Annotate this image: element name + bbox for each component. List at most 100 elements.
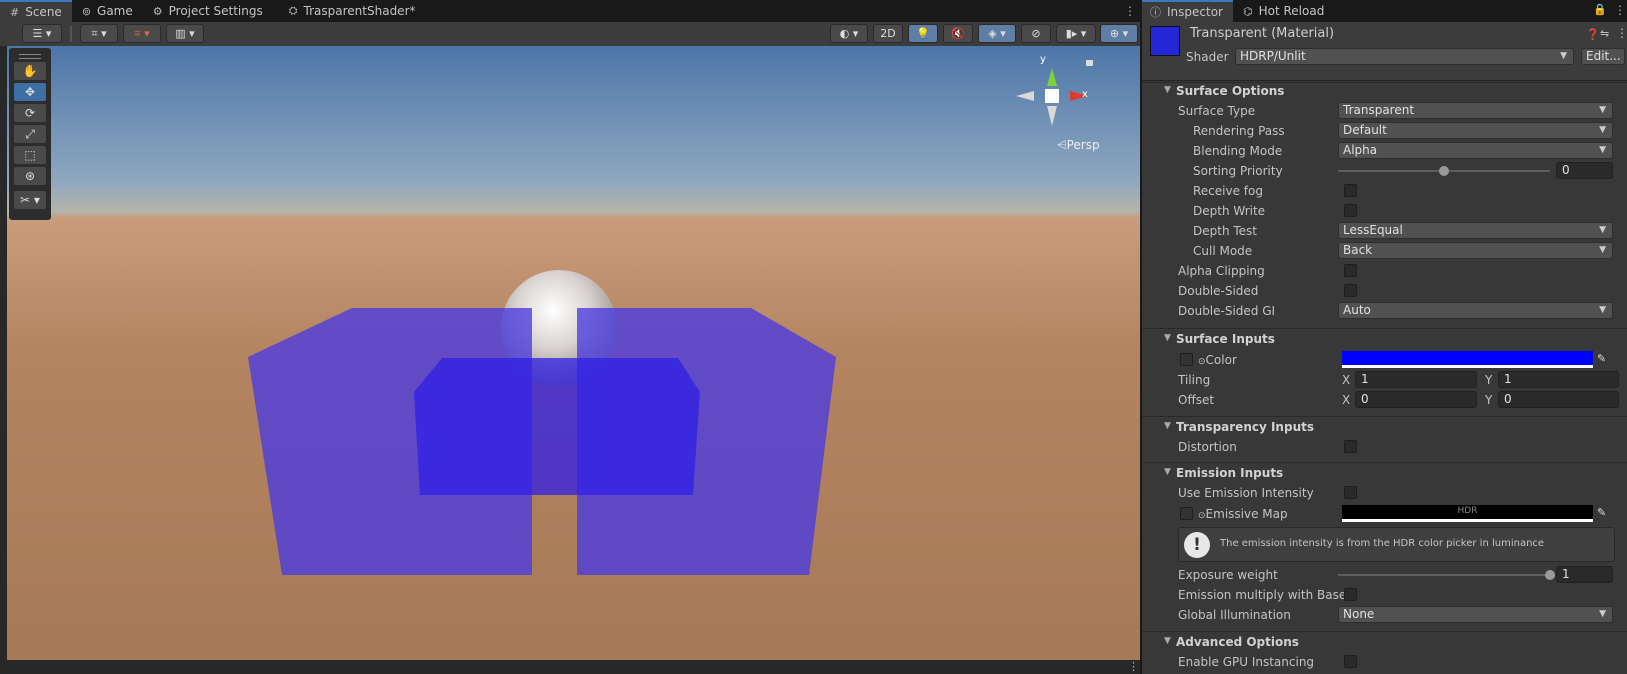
texture-picker-icon[interactable]: ⊙ xyxy=(1198,357,1206,367)
distortion-label: Distortion xyxy=(1178,440,1237,454)
sorting-priority-slider-knob[interactable] xyxy=(1439,166,1449,176)
emission-info-box: ! The emission intensity is from the HDR… xyxy=(1178,527,1615,562)
gizmo-lock-icon[interactable] xyxy=(1086,60,1093,66)
depth-write-checkbox[interactable] xyxy=(1344,204,1357,217)
tab-project-settings[interactable]: ⚙ Project Settings xyxy=(143,0,273,22)
tab-hot-reload[interactable]: ⌬ Hot Reload xyxy=(1233,0,1334,22)
chevron-down-icon: ▼ xyxy=(1599,105,1606,115)
move-tool-icon[interactable]: ✥ xyxy=(14,83,46,101)
rulers-dropdown[interactable]: ▥ ▾ xyxy=(166,24,204,43)
sorting-priority-label: Sorting Priority xyxy=(1193,164,1283,178)
rendering-pass-label: Rendering Pass xyxy=(1193,124,1285,138)
draw-mode-dropdown[interactable]: ☰ ▾ xyxy=(22,24,62,43)
transparency-inputs-foldout[interactable]: ▼ Transparency Inputs xyxy=(1142,417,1627,437)
advanced-options-foldout[interactable]: ▼ Advanced Options xyxy=(1142,632,1627,652)
scene-panel-menu-icon[interactable]: ⋮ xyxy=(1124,4,1136,18)
surface-type-dropdown[interactable]: Transparent ▼ xyxy=(1338,102,1613,119)
shading-mode-dropdown[interactable]: ◐ ▾ xyxy=(830,24,868,43)
sorting-priority-field[interactable]: 0 xyxy=(1556,162,1613,179)
camera-dropdown[interactable]: ▮▸ ▾ xyxy=(1056,24,1096,43)
distortion-checkbox[interactable] xyxy=(1344,440,1357,453)
emission-multiply-label: Emission multiply with Base xyxy=(1178,588,1347,602)
gizmos-dropdown[interactable]: ⊕ ▾ xyxy=(1100,24,1138,43)
gpu-instancing-checkbox[interactable] xyxy=(1344,655,1357,668)
global-illumination-value: None xyxy=(1343,607,1375,621)
shader-edit-button[interactable]: Edit... xyxy=(1581,48,1625,65)
hidden-objects-toggle[interactable]: ⊘ xyxy=(1021,24,1051,43)
eyedropper-icon[interactable]: ✎ xyxy=(1597,352,1606,365)
effects-dropdown[interactable]: ◈ ▾ xyxy=(978,24,1016,43)
shader-dropdown[interactable]: HDRP/Unlit ▼ xyxy=(1235,48,1574,65)
incremental-snap-dropdown[interactable]: ⌗ ▾ xyxy=(123,24,161,43)
cull-mode-label: Cull Mode xyxy=(1193,244,1253,258)
color-swatch[interactable] xyxy=(1342,351,1593,368)
emission-multiply-checkbox[interactable] xyxy=(1344,588,1357,601)
alpha-clipping-checkbox[interactable] xyxy=(1344,264,1357,277)
cull-mode-dropdown[interactable]: Back ▼ xyxy=(1338,242,1613,259)
bottom-menu-icon[interactable]: ⋮ xyxy=(1128,660,1139,673)
scene-viewport[interactable]: y x ⩤Persp xyxy=(7,46,1140,660)
rotate-tool-icon[interactable]: ⟳ xyxy=(14,104,46,122)
alpha-clipping-label: Alpha Clipping xyxy=(1178,264,1265,278)
orientation-gizmo[interactable] xyxy=(1012,64,1092,144)
custom-tools-dropdown[interactable]: ✂ ▾ xyxy=(14,191,46,209)
transform-tool-icon[interactable]: ⊛ xyxy=(14,167,46,185)
mode-2d-button[interactable]: 2D xyxy=(873,24,903,43)
eyedropper-icon[interactable]: ✎ xyxy=(1597,506,1606,519)
gamepad-icon: ⊚ xyxy=(81,4,92,18)
lock-icon[interactable]: 🔒 xyxy=(1593,3,1607,16)
offset-y-field[interactable]: 0 xyxy=(1498,391,1619,408)
tab-scene[interactable]: # Scene xyxy=(0,0,72,22)
rendering-pass-value: Default xyxy=(1343,123,1387,137)
component-menu-icon[interactable]: ⋮ xyxy=(1616,26,1627,40)
surface-inputs-foldout[interactable]: ▼ Surface Inputs xyxy=(1142,329,1627,349)
emission-inputs-foldout[interactable]: ▼ Emission Inputs xyxy=(1142,463,1627,483)
inspector-menu-icon[interactable]: ⋮ xyxy=(1614,3,1626,17)
tiling-y-field[interactable]: 1 xyxy=(1498,371,1619,388)
exposure-weight-field[interactable]: 1 xyxy=(1556,566,1613,583)
emissive-color-swatch[interactable]: HDR xyxy=(1342,505,1593,522)
surface-options-foldout[interactable]: ▼ Surface Options xyxy=(1142,81,1627,101)
depth-test-dropdown[interactable]: LessEqual ▼ xyxy=(1338,222,1613,239)
rendering-pass-dropdown[interactable]: Default ▼ xyxy=(1338,122,1613,139)
tab-shader[interactable]: ⛭ TrasparentShader* xyxy=(279,0,426,22)
preset-icon[interactable]: ⇋ xyxy=(1600,27,1609,40)
lighting-toggle-button[interactable]: 💡 xyxy=(908,24,938,43)
color-texture-slot[interactable] xyxy=(1180,353,1193,366)
hand-tool-icon[interactable]: ✋ xyxy=(14,62,46,80)
offset-x-field[interactable]: 0 xyxy=(1355,391,1477,408)
exposure-weight-slider[interactable] xyxy=(1338,574,1550,576)
audio-toggle-button[interactable]: 🔇 xyxy=(943,24,973,43)
tab-inspector[interactable]: ⓘ Inspector xyxy=(1142,0,1233,22)
grid-snap-dropdown[interactable]: ⌗ ▾ xyxy=(80,24,118,43)
emissive-texture-slot[interactable] xyxy=(1180,507,1193,520)
persp-label[interactable]: ⩤Persp xyxy=(1057,138,1100,153)
emission-inputs-title: Emission Inputs xyxy=(1176,466,1284,480)
foldout-arrow-icon: ▼ xyxy=(1164,421,1171,431)
rect-tool-icon[interactable]: ⬚ xyxy=(14,146,46,164)
tiling-x-field[interactable]: 1 xyxy=(1355,371,1477,388)
global-illumination-dropdown[interactable]: None ▼ xyxy=(1338,606,1613,623)
use-emission-intensity-checkbox[interactable] xyxy=(1344,486,1357,499)
global-illumination-label: Global Illumination xyxy=(1178,608,1291,622)
receive-fog-checkbox[interactable] xyxy=(1344,184,1357,197)
double-sided-gi-dropdown[interactable]: Auto ▼ xyxy=(1338,302,1613,319)
surface-type-value: Transparent xyxy=(1343,103,1415,117)
tools-drag-handle[interactable] xyxy=(19,54,41,59)
scale-tool-icon[interactable]: ⤢ xyxy=(14,125,46,143)
material-header: Transparent (Material) ❓ ⇋ ⋮ Shader HDRP… xyxy=(1142,22,1627,81)
tab-game[interactable]: ⊚ Game xyxy=(72,0,143,22)
help-icon[interactable]: ❓ xyxy=(1586,28,1600,41)
texture-picker-icon[interactable]: ⊙ xyxy=(1198,511,1206,521)
blending-mode-dropdown[interactable]: Alpha ▼ xyxy=(1338,142,1613,159)
double-sided-checkbox[interactable] xyxy=(1344,284,1357,297)
distortion-row: Distortion xyxy=(1142,437,1627,457)
offset-label: Offset xyxy=(1178,393,1215,407)
blending-mode-label: Blending Mode xyxy=(1193,144,1283,158)
double-sided-row: Double-Sided xyxy=(1142,281,1627,301)
tab-inspector-label: Inspector xyxy=(1167,5,1223,19)
depth-write-label: Depth Write xyxy=(1193,204,1266,218)
exposure-weight-slider-knob[interactable] xyxy=(1545,570,1555,580)
gear-icon: ⚙ xyxy=(152,4,163,18)
exposure-weight-row: Exposure weight 1 xyxy=(1142,565,1627,585)
